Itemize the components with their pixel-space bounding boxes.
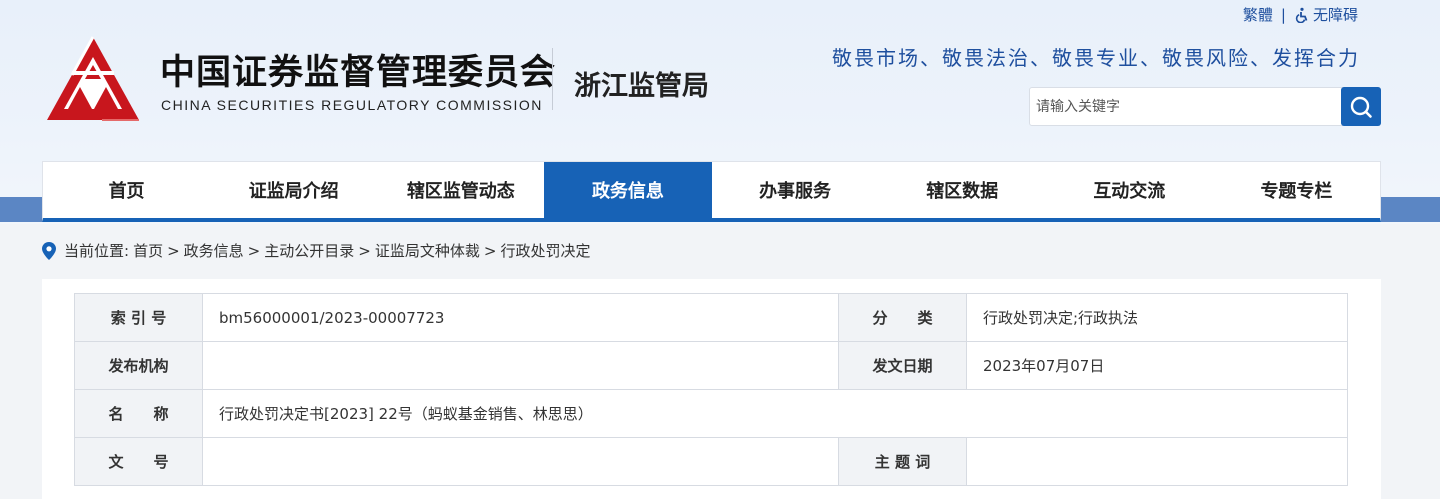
title-value: 行政处罚决定书[2023] 22号（蚂蚁基金销售、林思思） [202, 389, 1348, 438]
publisher-label: 发布机构 [74, 341, 203, 390]
org-name-cn: 中国证券监督管理委员会 [160, 53, 557, 93]
breadcrumb: 当前位置: 首页 > 政务信息 > 主动公开目录 > 证监局文种体裁 > 行政处… [42, 240, 590, 261]
nav-item-interaction[interactable]: 互动交流 [1046, 162, 1213, 218]
search-input[interactable] [1030, 88, 1342, 125]
publisher-value [202, 341, 839, 390]
breadcrumb-prefix: 当前位置: [64, 242, 130, 260]
table-row: 发布机构 发文日期 2023年07月07日 [74, 341, 1348, 390]
table-row: 索 引 号 bm56000001/2023-00007723 分 类 行政处罚决… [74, 293, 1348, 342]
slogan: 敬畏市场、敬畏法治、敬畏专业、敬畏风险、发挥合力 [832, 46, 1360, 70]
date-label: 发文日期 [838, 341, 967, 390]
breadcrumb-home[interactable]: 首页 [133, 240, 163, 261]
date-value: 2023年07月07日 [966, 341, 1348, 390]
breadcrumb-government-info[interactable]: 政务信息 [184, 240, 244, 261]
accessibility-label: 无障碍 [1312, 6, 1358, 24]
search-button[interactable] [1341, 87, 1381, 126]
bureau-name: 浙江监管局 [574, 71, 709, 102]
nav-item-special-topics[interactable]: 专题专栏 [1213, 162, 1380, 218]
nav-item-home[interactable]: 首页 [43, 162, 210, 218]
category-value: 行政处罚决定;行政执法 [966, 293, 1348, 342]
search-icon [1350, 96, 1372, 118]
breadcrumb-document-types[interactable]: 证监局文种体裁 [375, 240, 480, 261]
nav-item-government-info[interactable]: 政务信息 [544, 162, 712, 218]
wheelchair-icon [1295, 7, 1308, 23]
header-divider [552, 48, 553, 110]
top-links: 繁體 | 无障碍 [1243, 4, 1358, 25]
nav-item-services[interactable]: 办事服务 [712, 162, 879, 218]
search-box [1029, 87, 1381, 126]
nav-item-bureau-intro[interactable]: 证监局介绍 [210, 162, 377, 218]
table-row: 名 称 行政处罚决定书[2023] 22号（蚂蚁基金销售、林思思） [74, 389, 1348, 438]
table-row: 文 号 主 题 词 [74, 437, 1348, 486]
nav-item-regional-data[interactable]: 辖区数据 [879, 162, 1046, 218]
breadcrumb-public-catalog[interactable]: 主动公开目录 [264, 240, 354, 261]
csrc-logo [47, 36, 139, 121]
breadcrumb-separator: > [167, 241, 180, 260]
org-name-en: CHINA SECURITIES REGULATORY COMMISSION [161, 97, 543, 113]
main-nav: 首页 证监局介绍 辖区监管动态 政务信息 办事服务 辖区数据 互动交流 专题专栏 [42, 161, 1381, 222]
top-links-separator: | [1280, 5, 1286, 24]
traditional-chinese-link[interactable]: 繁體 [1243, 4, 1273, 25]
document-info-table: 索 引 号 bm56000001/2023-00007723 分 类 行政处罚决… [74, 293, 1348, 486]
accessibility-link[interactable]: 无障碍 [1294, 4, 1358, 25]
docno-label: 文 号 [74, 437, 203, 486]
index-label: 索 引 号 [74, 293, 203, 342]
nav-item-regulatory-news[interactable]: 辖区监管动态 [377, 162, 544, 218]
keywords-value [966, 437, 1348, 486]
breadcrumb-separator: > [358, 241, 371, 260]
breadcrumb-separator: > [247, 241, 261, 260]
breadcrumb-penalty-decisions[interactable]: 行政处罚决定 [500, 240, 590, 261]
title-label: 名 称 [74, 389, 203, 438]
location-pin-icon [42, 241, 56, 260]
content-panel: 索 引 号 bm56000001/2023-00007723 分 类 行政处罚决… [42, 279, 1381, 499]
category-label: 分 类 [838, 293, 967, 342]
index-value: bm56000001/2023-00007723 [202, 293, 839, 342]
docno-value [202, 437, 839, 486]
keywords-label: 主 题 词 [838, 437, 967, 486]
breadcrumb-separator: > [483, 241, 497, 260]
